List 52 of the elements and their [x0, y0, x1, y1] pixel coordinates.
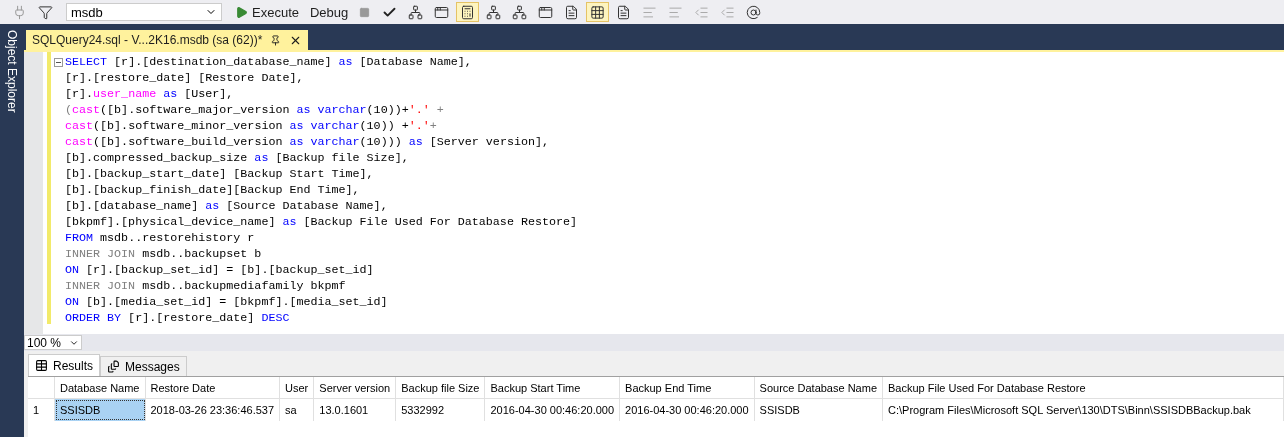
code-line: [r].[restore_date] [Restore Date],	[65, 70, 304, 86]
tree-icon	[512, 4, 528, 20]
code-line: [r].user_name as [User],	[65, 86, 234, 102]
tree-icon	[486, 4, 502, 20]
tree-icon	[408, 4, 424, 20]
play-icon	[235, 5, 248, 19]
code-line: cast([b].software_build_version as varchar(10))) as [Server version],	[65, 134, 549, 150]
results-tab[interactable]: Messages	[100, 356, 187, 376]
toolbar-text-button[interactable]: Execute	[231, 2, 303, 22]
toolbar-button[interactable]	[456, 2, 480, 22]
lines-icon	[668, 4, 684, 20]
indent-icon	[720, 4, 736, 20]
grid-icon	[590, 4, 606, 20]
window-icon	[538, 4, 554, 20]
filter-icon	[38, 4, 53, 20]
zoom-dropdown[interactable]: 100 %	[24, 335, 82, 350]
tab-title: SQLQuery24.sql - V...2K16.msdb (sa (62))*	[32, 33, 263, 47]
toolbar-text-button[interactable]: Debug	[306, 2, 353, 22]
code-line: SELECT [r].[destination_database_name] as [Database Name],	[65, 54, 472, 70]
document-icon	[107, 360, 120, 373]
stop-icon	[359, 6, 371, 18]
code-line: [b].[backup_start_date] [Backup Start Time],	[65, 166, 374, 182]
code-line: cast([b].software_minor_version as varchar(10)) +'.'+	[65, 118, 437, 134]
code-line: [b].[backup_finish_date][Backup End Time],	[65, 182, 360, 198]
code-editor[interactable]	[24, 50, 1284, 334]
document-icon	[616, 4, 632, 20]
calculator-icon	[460, 4, 476, 20]
lines-icon	[642, 4, 658, 20]
window-icon	[434, 4, 450, 20]
code-line: (cast([b].software_major_version as varchar(10))+'.' +	[65, 102, 444, 118]
database-dropdown[interactable]: msdb	[66, 3, 222, 21]
table-icon	[35, 359, 48, 372]
plug-icon	[12, 4, 27, 20]
at-icon	[746, 4, 762, 20]
indent-icon	[694, 4, 710, 20]
results-tab[interactable]: Results	[28, 354, 100, 376]
document-icon	[564, 4, 580, 20]
table-cell[interactable]: SSISDB	[55, 399, 146, 421]
code-line: [b].[database_name] as [Source Database Name],	[65, 198, 388, 214]
code-line: [bkpmf].[physical_device_name] as [Backup File Used For Database Restore]	[65, 214, 577, 230]
code-line: [b].compressed_backup_size as [Backup file Size],	[65, 150, 409, 166]
document-tab[interactable]: SQLQuery24.sql - V...2K16.msdb (sa (62))*	[26, 30, 309, 50]
code-line: INNER JOIN msdb..backupset b	[65, 246, 262, 262]
pin-icon[interactable]	[270, 34, 282, 46]
code-line: INNER JOIN msdb..backupmediafamily bkpmf	[65, 278, 346, 294]
toolbar-button[interactable]	[586, 2, 610, 22]
code-line: FROM msdb..restorehistory r	[65, 230, 255, 246]
side-panel-tab[interactable]: Object Explorer	[5, 30, 19, 113]
code-line: ON [b].[media_set_id] = [bkpmf].[media_set_id]	[65, 294, 388, 310]
collapse-icon[interactable]	[54, 57, 63, 67]
code-line: ORDER BY [r].[restore_date] DESC	[65, 310, 290, 326]
code-line: ON [r].[backup_set_id] = [b].[backup_set_id]	[65, 262, 374, 278]
